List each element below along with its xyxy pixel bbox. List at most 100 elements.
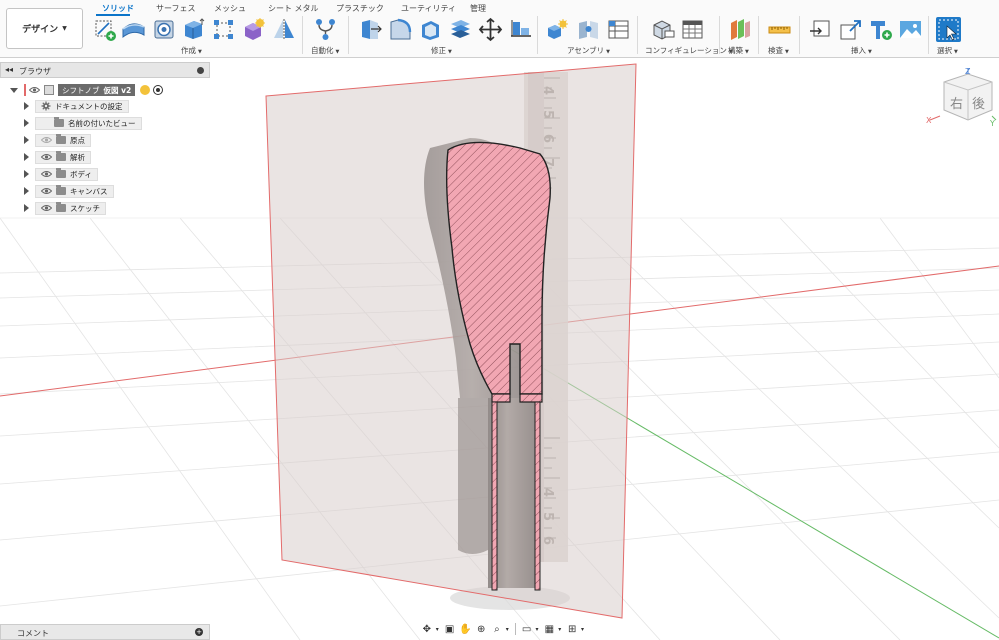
tree-item-label: ボディ [70, 169, 92, 179]
comments-panel[interactable]: コメント + [0, 624, 210, 640]
insert-canvas-icon[interactable] [898, 17, 923, 42]
orbit-icon[interactable]: ✥ [420, 622, 434, 636]
tree-item-named-views[interactable]: 名前の付いたビュー [24, 116, 142, 130]
tab-sheet-metal[interactable]: シート メタル [268, 3, 319, 14]
tree-item-document-settings[interactable]: ドキュメントの設定 [24, 99, 129, 113]
insert-mcmaster-icon[interactable] [838, 17, 863, 42]
chevron-down-icon[interactable]: ▾ [558, 626, 561, 633]
view-cube[interactable]: 右 後 X Y Z [926, 66, 998, 130]
chevron-down-icon[interactable]: ▾ [536, 626, 539, 633]
toolbar-divider [799, 16, 800, 54]
tree-item-canvases[interactable]: キャンバス [24, 184, 114, 198]
radio-active-icon[interactable] [153, 85, 164, 95]
joint-icon[interactable] [576, 17, 601, 42]
zoom-fit-icon[interactable]: ⊕ [474, 622, 488, 636]
tree-item-bodies[interactable]: ボディ [24, 167, 98, 181]
expand-triangle-icon[interactable] [24, 204, 29, 212]
look-at-icon[interactable]: ▣ [443, 622, 457, 636]
shell-icon[interactable] [418, 17, 443, 42]
root-component-name[interactable]: シフトノブ 仮図 v2 [58, 84, 136, 96]
rectangular-pattern-icon[interactable] [211, 17, 236, 42]
eye-icon[interactable] [41, 170, 52, 178]
nav-divider [514, 623, 516, 635]
expand-triangle-icon[interactable] [24, 102, 29, 110]
toolbar-divider [537, 16, 538, 54]
browser-panel: ◂◂ ブラウザ シフトノブ 仮図 v2 ドキュメントの設定 名前の付いたビュー 原… [0, 62, 210, 218]
insert-component-icon[interactable] [868, 17, 893, 42]
group-inspect-label[interactable]: 検査 ▼ [768, 45, 789, 56]
active-component-icon [140, 85, 151, 95]
toolbar-divider [758, 16, 759, 54]
tree-item-sketches[interactable]: スケッチ [24, 201, 106, 215]
move-copy-icon[interactable] [478, 17, 503, 42]
align-icon[interactable] [508, 17, 533, 42]
tree-item-analysis[interactable]: 解析 [24, 150, 91, 164]
fillet-icon[interactable] [388, 17, 413, 42]
eye-icon[interactable] [41, 153, 52, 161]
measure-icon[interactable] [767, 17, 792, 42]
section-analysis-plane[interactable] [265, 63, 637, 619]
viewcube-face-back[interactable]: 後 [972, 97, 985, 112]
expand-triangle-icon[interactable] [24, 170, 29, 178]
mirror-icon[interactable] [272, 17, 297, 42]
tab-plastic[interactable]: プラスチック [336, 3, 384, 14]
group-select-label[interactable]: 選択 ▼ [937, 45, 958, 56]
active-tab-indicator [96, 14, 130, 16]
as-built-joint-icon[interactable] [606, 17, 631, 42]
add-comment-icon[interactable]: + [195, 628, 203, 636]
group-automate-label[interactable]: 自動化 ▼ [311, 45, 339, 56]
new-component-icon[interactable] [545, 17, 570, 42]
expand-triangle-icon[interactable] [24, 136, 29, 144]
tree-item-label: 名前の付いたビュー [68, 118, 136, 128]
browser-title: ブラウザ [19, 67, 51, 76]
group-create-label[interactable]: 作成 ▼ [181, 45, 202, 56]
tree-root[interactable]: シフトノブ 仮図 v2 [10, 83, 164, 97]
offset-plane-icon[interactable] [727, 17, 752, 42]
split-body-icon[interactable] [448, 17, 473, 42]
zoom-icon[interactable]: ⌕ [490, 622, 504, 636]
group-construct-label[interactable]: 構築 ▼ [728, 45, 749, 56]
eye-icon[interactable] [41, 204, 52, 212]
group-insert-label[interactable]: 挿入 ▼ [851, 45, 872, 56]
chevron-down-icon[interactable]: ▾ [506, 626, 509, 633]
group-assemble-label[interactable]: アセンブリ ▼ [567, 45, 610, 56]
configure-icon[interactable] [650, 17, 675, 42]
expand-triangle-icon[interactable] [24, 187, 29, 195]
extrude-icon[interactable] [152, 17, 177, 42]
expand-triangle-icon[interactable] [24, 153, 29, 161]
eye-icon[interactable] [29, 86, 40, 94]
axis-z-label: Z [965, 67, 971, 76]
tab-surface[interactable]: サーフェス [156, 3, 196, 14]
box-icon[interactable] [181, 17, 206, 42]
pin-icon[interactable] [197, 67, 204, 74]
eye-hidden-icon[interactable] [41, 136, 52, 144]
automate-icon[interactable] [313, 17, 338, 42]
viewcube-face-front[interactable]: 右 [950, 97, 963, 112]
expand-triangle-icon[interactable] [10, 87, 18, 93]
insert-derive-icon[interactable] [808, 17, 833, 42]
pan-icon[interactable]: ✋ [459, 622, 473, 636]
grid-settings-icon[interactable]: ▦ [543, 622, 557, 636]
press-pull-icon[interactable] [358, 17, 383, 42]
tree-item-label: スケッチ [70, 203, 100, 213]
chevron-down-icon[interactable]: ▾ [581, 626, 584, 633]
group-modify-label[interactable]: 修正 ▼ [431, 45, 452, 56]
collapse-icon[interactable]: ◂◂ [5, 65, 13, 74]
viewports-icon[interactable]: ⊞ [565, 622, 579, 636]
tab-mesh[interactable]: メッシュ [214, 3, 246, 14]
configuration-table-icon[interactable] [680, 17, 705, 42]
create-base-feature-icon[interactable] [241, 17, 266, 42]
eye-icon[interactable] [41, 187, 52, 195]
tab-manage[interactable]: 管理 [470, 3, 486, 14]
workspace-switcher-button[interactable]: デザイン ▼ [6, 8, 83, 49]
tab-utilities[interactable]: ユーティリティ [401, 3, 456, 14]
select-icon[interactable] [936, 17, 961, 42]
tree-item-origin[interactable]: 原点 [24, 133, 91, 147]
create-form-icon[interactable] [121, 17, 146, 42]
chevron-down-icon: ▼ [62, 25, 67, 32]
chevron-down-icon[interactable]: ▾ [436, 626, 439, 633]
expand-triangle-icon[interactable] [24, 119, 29, 127]
display-settings-icon[interactable]: ▭ [520, 622, 534, 636]
tab-solid[interactable]: ソリッド [102, 3, 134, 14]
create-sketch-icon[interactable] [93, 17, 118, 42]
